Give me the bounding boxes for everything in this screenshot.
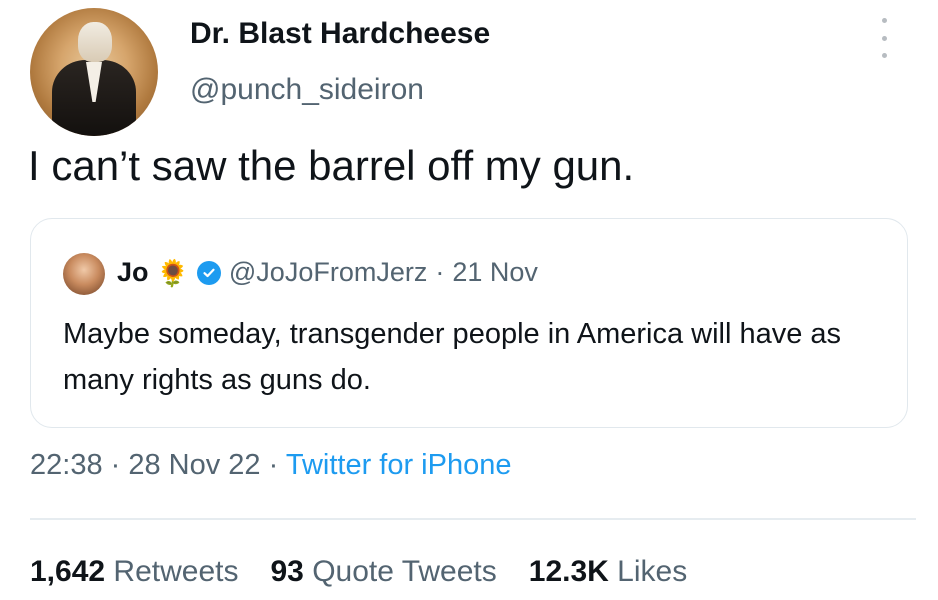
tweet-metadata: 22:38 · 28 Nov 22 · Twitter for iPhone xyxy=(30,449,511,482)
quote-tweets-count: 93 xyxy=(270,555,304,588)
sunflower-icon: 🌻 xyxy=(156,257,189,288)
quote-tweets-label: Quote Tweets xyxy=(312,555,497,588)
more-options-icon[interactable] xyxy=(874,18,894,58)
author-display-name[interactable]: Dr. Blast Hardcheese xyxy=(190,17,490,51)
likes-stat[interactable]: 12.3K Likes xyxy=(529,555,687,589)
quoted-author-name: Jo xyxy=(117,257,149,287)
avatar-figure-head xyxy=(78,22,112,62)
author-avatar[interactable] xyxy=(30,8,158,136)
engagement-stats: 1,642 Retweets 93 Quote Tweets 12.3K Lik… xyxy=(30,555,687,589)
retweets-stat[interactable]: 1,642 Retweets xyxy=(30,555,238,589)
likes-count: 12.3K xyxy=(528,555,609,588)
retweets-label: Retweets xyxy=(113,555,239,588)
quoted-author-avatar xyxy=(63,253,105,295)
quote-tweets-stat[interactable]: 93 Quote Tweets xyxy=(270,555,496,589)
verified-badge-icon xyxy=(196,260,221,285)
meta-separator: · xyxy=(268,449,286,481)
retweets-count: 1,642 xyxy=(30,555,106,588)
meta-separator: · xyxy=(110,449,129,481)
divider xyxy=(30,518,916,520)
tweet-date[interactable]: 28 Nov 22 xyxy=(128,449,260,481)
author-handle[interactable]: @punch_sideiron xyxy=(190,73,424,107)
tweet-source-link[interactable]: Twitter for iPhone xyxy=(286,449,512,481)
quoted-tweet-text: Maybe someday, transgender people in Ame… xyxy=(63,318,842,396)
tweet-time[interactable]: 22:38 xyxy=(30,449,103,481)
quoted-date: 21 Nov xyxy=(452,257,538,287)
tweet-text: I can’t saw the barrel off my gun. xyxy=(28,142,635,189)
likes-label: Likes xyxy=(617,555,688,588)
quoted-author-handle: @JoJoFromJerz xyxy=(228,257,428,287)
quoted-tweet-header: Jo 🌻 @JoJoFromJerz · 21 Nov xyxy=(117,257,538,288)
quoted-separator: · xyxy=(435,257,445,287)
quoted-tweet-card[interactable]: Jo 🌻 @JoJoFromJerz · 21 Nov Maybe someda… xyxy=(30,218,908,428)
